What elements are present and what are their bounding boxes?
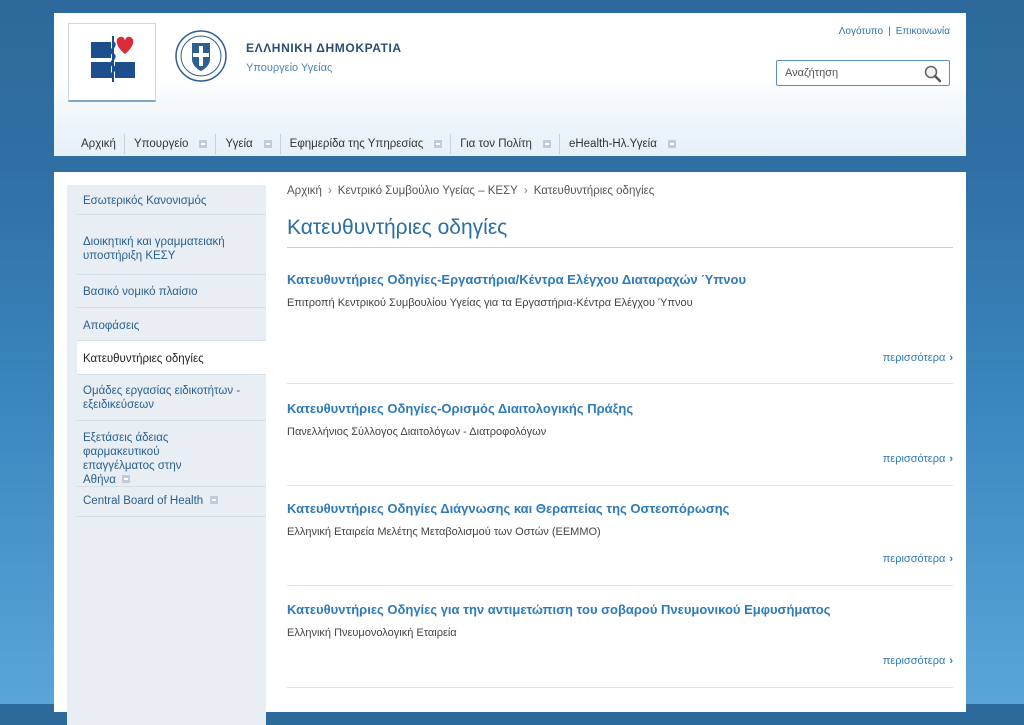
main-nav: Αρχική Υπουργείο Υγεία Εφημερίδα της Υπη…: [72, 134, 684, 154]
search-icon[interactable]: [923, 64, 943, 87]
breadcrumb-kesy[interactable]: Κεντρικό Συμβούλιο Υγείας – ΚΕΣΥ: [338, 185, 518, 197]
nav-label: Αρχική: [81, 138, 116, 150]
more-link[interactable]: περισσότερα ›: [883, 655, 953, 667]
submenu-plus-icon[interactable]: [263, 140, 272, 148]
search-input[interactable]: [783, 66, 917, 80]
submenu-plus-icon[interactable]: [667, 140, 676, 148]
chevron-right-icon: ›: [949, 553, 953, 565]
main-content: Εσωτερικός Κανονισμός Διοικητική και γρα…: [54, 172, 966, 725]
sidebar-item-admin-support[interactable]: Διοικητική και γραμματειακή υποστήριξη Κ…: [77, 215, 266, 275]
title-divider: [287, 247, 953, 248]
sidebar-item-label: Κατευθυντήριες οδηγίες: [83, 353, 204, 365]
greek-seal: [174, 29, 228, 86]
top-links: Λογότυπο | Επικοινωνία: [839, 26, 950, 37]
chevron-right-icon: ›: [523, 185, 528, 197]
article-divider: [287, 585, 953, 586]
nav-label: Εφημερίδα της Υπηρεσίας: [289, 138, 424, 150]
more-link[interactable]: περισσότερα ›: [883, 453, 953, 465]
chevron-right-icon: ›: [327, 185, 332, 197]
more-link-label: περισσότερα: [882, 352, 946, 364]
submenu-plus-icon[interactable]: [542, 140, 551, 148]
article-title[interactable]: Κατευθυντήριες Οδηγίες-Ορισμός Διαιτολογ…: [287, 401, 633, 416]
contact-link[interactable]: Επικοινωνία: [896, 26, 950, 37]
submenu-plus-icon[interactable]: [210, 496, 219, 504]
nav-item-ministry[interactable]: Υπουργείο: [125, 134, 217, 154]
sidebar-item-central-board[interactable]: Central Board of Health: [77, 487, 266, 517]
sidebar-item-label: Central Board of Health: [83, 495, 204, 507]
sidebar-item-label: Ομάδες εργασίας ειδικοτήτων - εξειδικεύσ…: [83, 385, 241, 411]
article-item: Κατευθυντήριες Οδηγίες για την αντιμετώπ…: [287, 602, 953, 688]
article-divider: [287, 485, 953, 486]
nav-item-ehealth[interactable]: eHealth-Ηλ.Υγεία: [560, 134, 684, 154]
article-subtitle: Πανελλήνιος Σύλλογος Διαιτολόγων - Διατρ…: [287, 426, 547, 438]
sidebar-item-label: Εσωτερικός Κανονισμός: [83, 195, 207, 207]
sidebar-item-label: Εξετάσεις άδειας φαρμακευτικού επαγγέλμα…: [83, 432, 182, 486]
sidebar-item-working-groups[interactable]: Ομάδες εργασίας ειδικοτήτων - εξειδικεύσ…: [77, 375, 266, 421]
government-title: ΕΛΛΗΝΙΚΗ ΔΗΜΟΚΡΑΤΙΑ: [246, 41, 402, 55]
sidebar-item-label: Διοικητική και γραμματειακή υποστήριξη Κ…: [83, 236, 225, 262]
sidebar-item-internal-regulation[interactable]: Εσωτερικός Κανονισμός: [77, 185, 266, 215]
more-link-label: περισσότερα: [882, 553, 946, 565]
more-link[interactable]: περισσότερα ›: [883, 553, 953, 565]
ministry-logo[interactable]: [68, 23, 156, 102]
nav-label: eHealth-Ηλ.Υγεία: [568, 138, 657, 150]
article-divider: [287, 383, 953, 384]
sidebar-item-pharmacy-exams[interactable]: Εξετάσεις άδειας φαρμακευτικού επαγγέλμα…: [77, 421, 266, 487]
chevron-right-icon: ›: [949, 453, 953, 465]
nav-item-gazette[interactable]: Εφημερίδα της Υπηρεσίας: [281, 134, 452, 154]
sidebar-item-label: Αποφάσεις: [83, 320, 140, 332]
nav-label: Υγεία: [225, 138, 253, 150]
breadcrumb: Αρχική › Κεντρικό Συμβούλιο Υγείας – ΚΕΣΥ ›…: [287, 185, 654, 197]
more-link[interactable]: περισσότερα ›: [883, 352, 953, 364]
article-subtitle: Επιτροπή Κεντρικού Συμβουλίου Υγείας για…: [287, 297, 693, 309]
sitemap-link[interactable]: Λογότυπο: [839, 26, 883, 37]
link-separator: |: [888, 26, 891, 37]
nav-item-home[interactable]: Αρχική: [72, 134, 125, 154]
article-divider: [287, 687, 953, 688]
sidebar-item-legal-framework[interactable]: Βασικό νομικό πλαίσιο: [77, 275, 266, 308]
article-item: Κατευθυντήριες Οδηγίες-Ορισμός Διαιτολογ…: [287, 401, 953, 486]
breadcrumb-current: Κατευθυντήριες οδηγίες: [533, 185, 655, 197]
article-subtitle: Ελληνική Πνευμονολογική Εταιρεία: [287, 627, 457, 639]
sidebar-item-decisions[interactable]: Αποφάσεις: [77, 308, 266, 341]
nav-label: Υπουργείο: [133, 138, 189, 150]
sidebar-item-guidelines[interactable]: Κατευθυντήριες οδηγίες: [77, 341, 266, 375]
more-link-label: περισσότερα: [882, 655, 946, 667]
article-title[interactable]: Κατευθυντήριες Οδηγίες-Εργαστήρια/Κέντρα…: [287, 272, 746, 287]
article-item: Κατευθυντήριες Οδηγίες Διάγνωσης και Θερ…: [287, 501, 953, 587]
site-header: ΕΛΛΗΝΙΚΗ ΔΗΜΟΚΡΑΤΙΑ Υπουργείο Υγείας Λογ…: [54, 13, 966, 156]
sidebar-item-label: Βασικό νομικό πλαίσιο: [83, 286, 198, 298]
search-box: [776, 60, 950, 86]
ministry-subtitle: Υπουργείο Υγείας: [246, 62, 333, 74]
nav-item-citizen[interactable]: Για τον Πολίτη: [451, 134, 560, 154]
nav-label: Για τον Πολίτη: [460, 138, 532, 150]
submenu-plus-icon[interactable]: [121, 475, 130, 483]
submenu-plus-icon[interactable]: [199, 140, 208, 148]
article-subtitle: Ελληνική Εταιρεία Μελέτης Μεταβολισμού τ…: [287, 526, 601, 538]
page-title: Κατευθυντήριες οδηγίες: [287, 216, 508, 239]
nav-item-health[interactable]: Υγεία: [216, 134, 281, 154]
article-title[interactable]: Κατευθυντήριες Οδηγίες για την αντιμετώπ…: [287, 602, 830, 617]
header-divider: [0, 156, 1024, 172]
submenu-plus-icon[interactable]: [434, 140, 443, 148]
article-title[interactable]: Κατευθυντήριες Οδηγίες Διάγνωσης και Θερ…: [287, 501, 729, 516]
sidebar: Εσωτερικός Κανονισμός Διοικητική και γρα…: [67, 185, 266, 725]
more-link-label: περισσότερα: [882, 453, 946, 465]
chevron-right-icon: ›: [949, 655, 953, 667]
chevron-right-icon: ›: [949, 352, 953, 364]
article-item: Κατευθυντήριες Οδηγίες-Εργαστήρια/Κέντρα…: [287, 272, 953, 384]
breadcrumb-home[interactable]: Αρχική: [287, 185, 322, 197]
